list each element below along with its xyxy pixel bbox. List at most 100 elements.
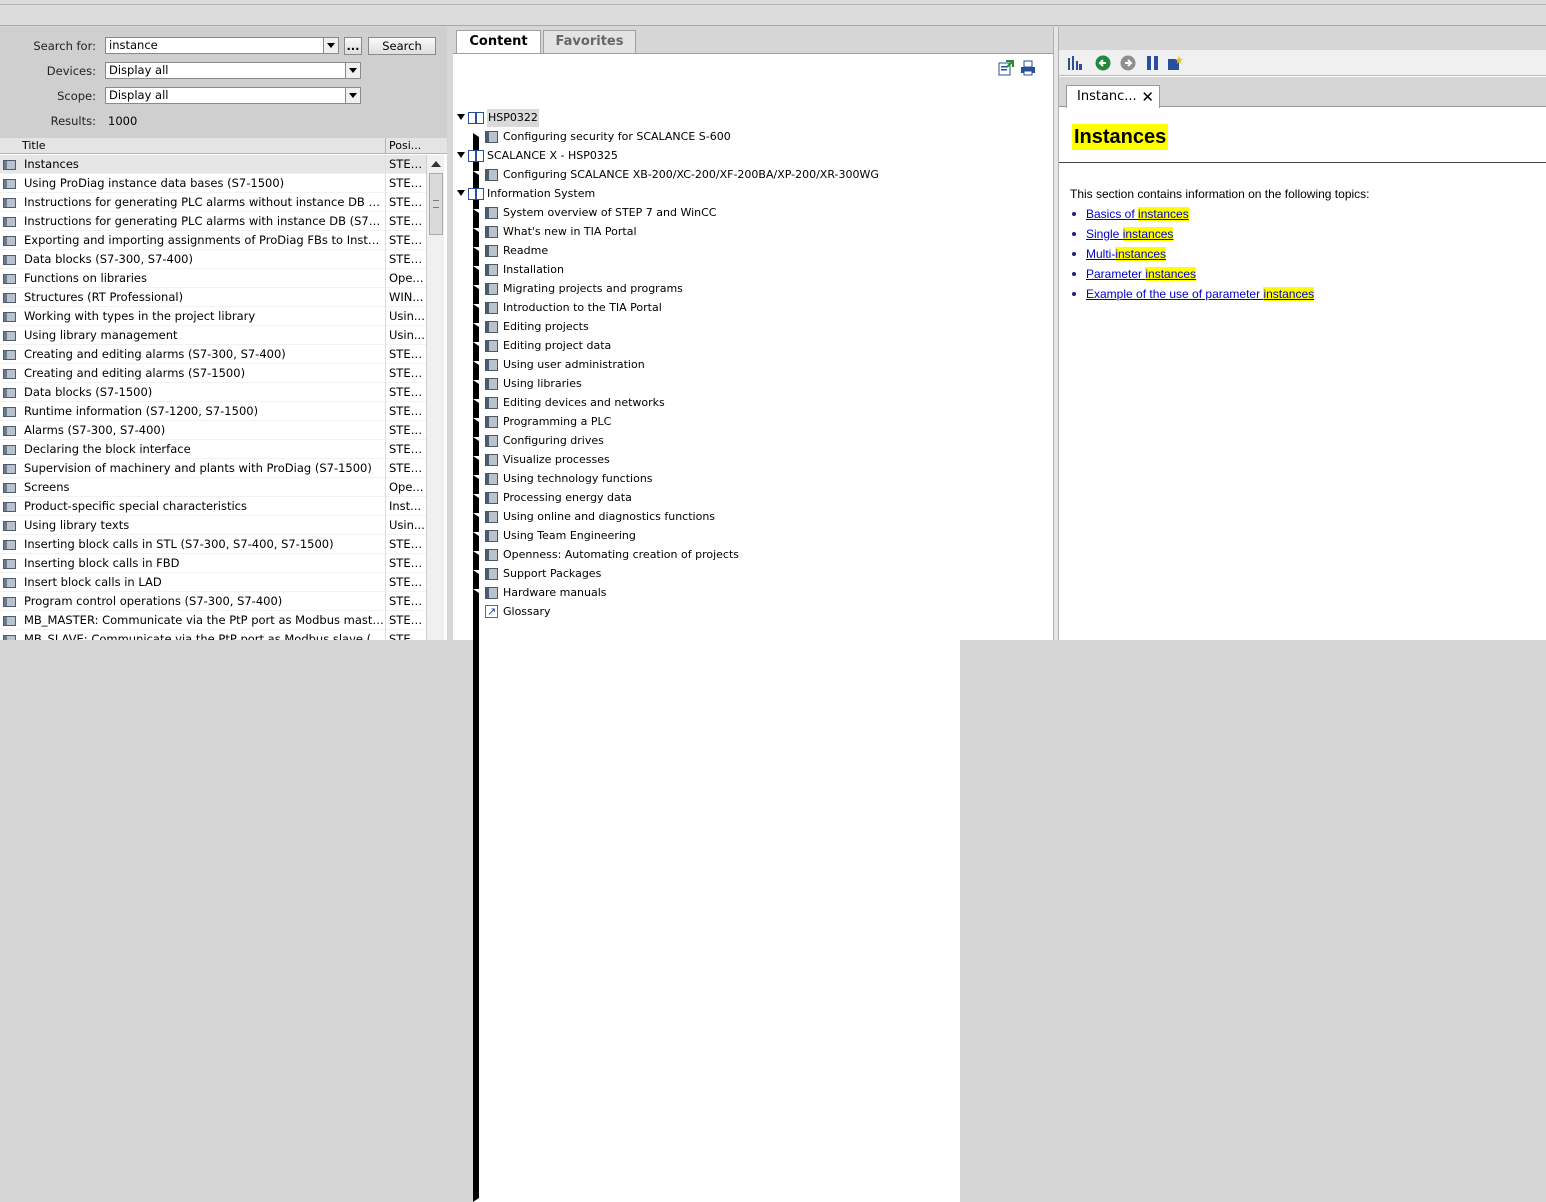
table-row[interactable]: Data blocks (S7-1500) STEP...	[0, 383, 426, 402]
collapse-arrow-icon[interactable]	[457, 190, 465, 196]
topic-link-text: Parameter	[1086, 267, 1146, 281]
document-tab[interactable]: Instanc... ✕	[1066, 85, 1160, 108]
table-row[interactable]: Creating and editing alarms (S7-300, S7-…	[0, 345, 426, 364]
book-icon	[485, 245, 498, 257]
table-row[interactable]: Exporting and importing assignments of P…	[0, 231, 426, 250]
table-row[interactable]: Instructions for generating PLC alarms w…	[0, 212, 426, 231]
collapse-arrow-icon[interactable]	[457, 114, 465, 120]
scroll-up-icon[interactable]	[428, 156, 444, 172]
tree-node-label: Readme	[503, 244, 549, 257]
topic-icon	[3, 426, 16, 436]
sync-toc-icon[interactable]	[998, 60, 1014, 76]
topic-link[interactable]: Single instances	[1086, 227, 1174, 241]
table-row[interactable]: Using library texts Usin...	[0, 516, 426, 535]
table-row[interactable]: Alarms (S7-300, S7-400) STEP...	[0, 421, 426, 440]
search-hit-highlight: instances	[1263, 287, 1315, 301]
search-input[interactable]: instance	[105, 37, 339, 54]
book-icon	[485, 359, 498, 371]
table-row[interactable]: Instances STEP...	[0, 155, 426, 174]
column-header-title[interactable]: Title	[22, 139, 46, 152]
open-book-icon	[468, 188, 484, 200]
topic-link[interactable]: Parameter instances	[1086, 267, 1197, 281]
table-row[interactable]: Screens Ope...	[0, 478, 426, 497]
table-row[interactable]: Structures (RT Professional) WIN...	[0, 288, 426, 307]
table-row[interactable]: Runtime information (S7-1200, S7-1500) ST…	[0, 402, 426, 421]
topic-link[interactable]: Basics of instances	[1086, 207, 1189, 221]
search-hit-highlight: instances	[1122, 227, 1174, 241]
tree-node-label: Information System	[487, 187, 596, 200]
topic-list: Basics of instances Single instances Multi…	[1070, 207, 1315, 307]
tab-favorites[interactable]: Favorites	[543, 30, 636, 53]
table-row[interactable]: Inserting block calls in FBD STEP...	[0, 554, 426, 573]
row-title: Inserting block calls in FBD	[24, 556, 180, 570]
book-icon	[485, 454, 498, 466]
tree-node-label: Glossary	[503, 605, 551, 618]
row-title: MB_SLAVE: Communicate via the PtP port a…	[24, 632, 384, 640]
close-icon[interactable]: ✕	[1141, 86, 1154, 108]
tree-node-label: Using online and diagnostics functions	[503, 510, 716, 523]
book-icon	[485, 473, 498, 485]
devices-dropdown-icon[interactable]	[345, 63, 360, 78]
scope-select[interactable]: Display all	[105, 87, 361, 104]
table-row[interactable]: MB_SLAVE: Communicate via the PtP port a…	[0, 630, 426, 640]
back-icon[interactable]	[1095, 55, 1111, 71]
row-position: WIN...	[389, 290, 424, 304]
topic-icon	[3, 407, 16, 417]
search-options-button[interactable]: ...	[344, 37, 362, 55]
print-icon[interactable]	[1020, 60, 1036, 76]
bookmark-icon[interactable]	[1145, 55, 1161, 71]
table-row[interactable]: Functions on libraries Ope...	[0, 269, 426, 288]
forward-icon[interactable]	[1120, 55, 1136, 71]
search-button[interactable]: Search	[368, 37, 436, 55]
row-title: Supervision of machinery and plants with…	[24, 461, 372, 475]
topic-icon	[3, 597, 16, 607]
table-row[interactable]: Declaring the block interface STEP...	[0, 440, 426, 459]
table-row[interactable]: Data blocks (S7-300, S7-400) STEP...	[0, 250, 426, 269]
tab-content[interactable]: Content	[456, 30, 541, 54]
row-position: Usin...	[389, 328, 425, 342]
tree-node-label: Using technology functions	[503, 472, 653, 485]
devices-select[interactable]: Display all	[105, 62, 361, 79]
topic-icon	[3, 559, 16, 569]
tree-node-label: Configuring drives	[503, 434, 604, 447]
search-history-dropdown-icon[interactable]	[323, 38, 338, 53]
add-to-favorites-icon[interactable]	[1167, 55, 1183, 71]
collapse-arrow-icon[interactable]	[457, 152, 465, 158]
table-row[interactable]: Creating and editing alarms (S7-1500) STE…	[0, 364, 426, 383]
table-row[interactable]: Instructions for generating PLC alarms w…	[0, 193, 426, 212]
table-row[interactable]: Product-specific special characteristics…	[0, 497, 426, 516]
topic-icon	[3, 464, 16, 474]
table-row[interactable]: Using ProDiag instance data bases (S7-15…	[0, 174, 426, 193]
table-row[interactable]: Working with types in the project librar…	[0, 307, 426, 326]
document-panel-header	[1059, 27, 1546, 50]
expand-arrow-icon[interactable]	[473, 589, 960, 1202]
table-row[interactable]: Program control operations (S7-300, S7-4…	[0, 592, 426, 611]
book-icon	[485, 416, 498, 428]
book-icon	[485, 435, 498, 447]
tree-node-label: Using libraries	[503, 377, 582, 390]
topic-link[interactable]: Example of the use of parameter instance…	[1086, 287, 1315, 301]
topic-icon	[3, 198, 16, 208]
table-row[interactable]: Using library management Usin...	[0, 326, 426, 345]
cell-divider	[385, 497, 386, 516]
topic-link[interactable]: Multi-instances	[1086, 247, 1167, 261]
table-row[interactable]: Inserting block calls in STL (S7-300, S7…	[0, 535, 426, 554]
table-row[interactable]: Insert block calls in LAD STEP...	[0, 573, 426, 592]
book-icon	[485, 378, 498, 390]
row-title: Insert block calls in LAD	[24, 575, 162, 589]
cell-divider	[385, 250, 386, 269]
tree-node-label: Configuring security for SCALANCE S-600	[503, 130, 731, 143]
table-row[interactable]: MB_MASTER: Communicate via the PtP port …	[0, 611, 426, 630]
show-in-toc-icon[interactable]	[1067, 55, 1083, 71]
scope-dropdown-icon[interactable]	[345, 88, 360, 103]
document-panel: Instanc... ✕ Instances This section cont…	[1059, 27, 1546, 640]
scroll-thumb[interactable]	[429, 173, 443, 235]
search-hit-highlight: instances	[1138, 207, 1189, 221]
table-row[interactable]: Supervision of machinery and plants with…	[0, 459, 426, 478]
row-title: Runtime information (S7-1200, S7-1500)	[24, 404, 259, 418]
results-scrollbar[interactable]	[426, 155, 444, 640]
column-header-position[interactable]: Posi...	[389, 139, 421, 152]
topic-icon	[3, 350, 16, 360]
column-divider[interactable]	[385, 138, 386, 154]
cell-divider	[385, 402, 386, 421]
